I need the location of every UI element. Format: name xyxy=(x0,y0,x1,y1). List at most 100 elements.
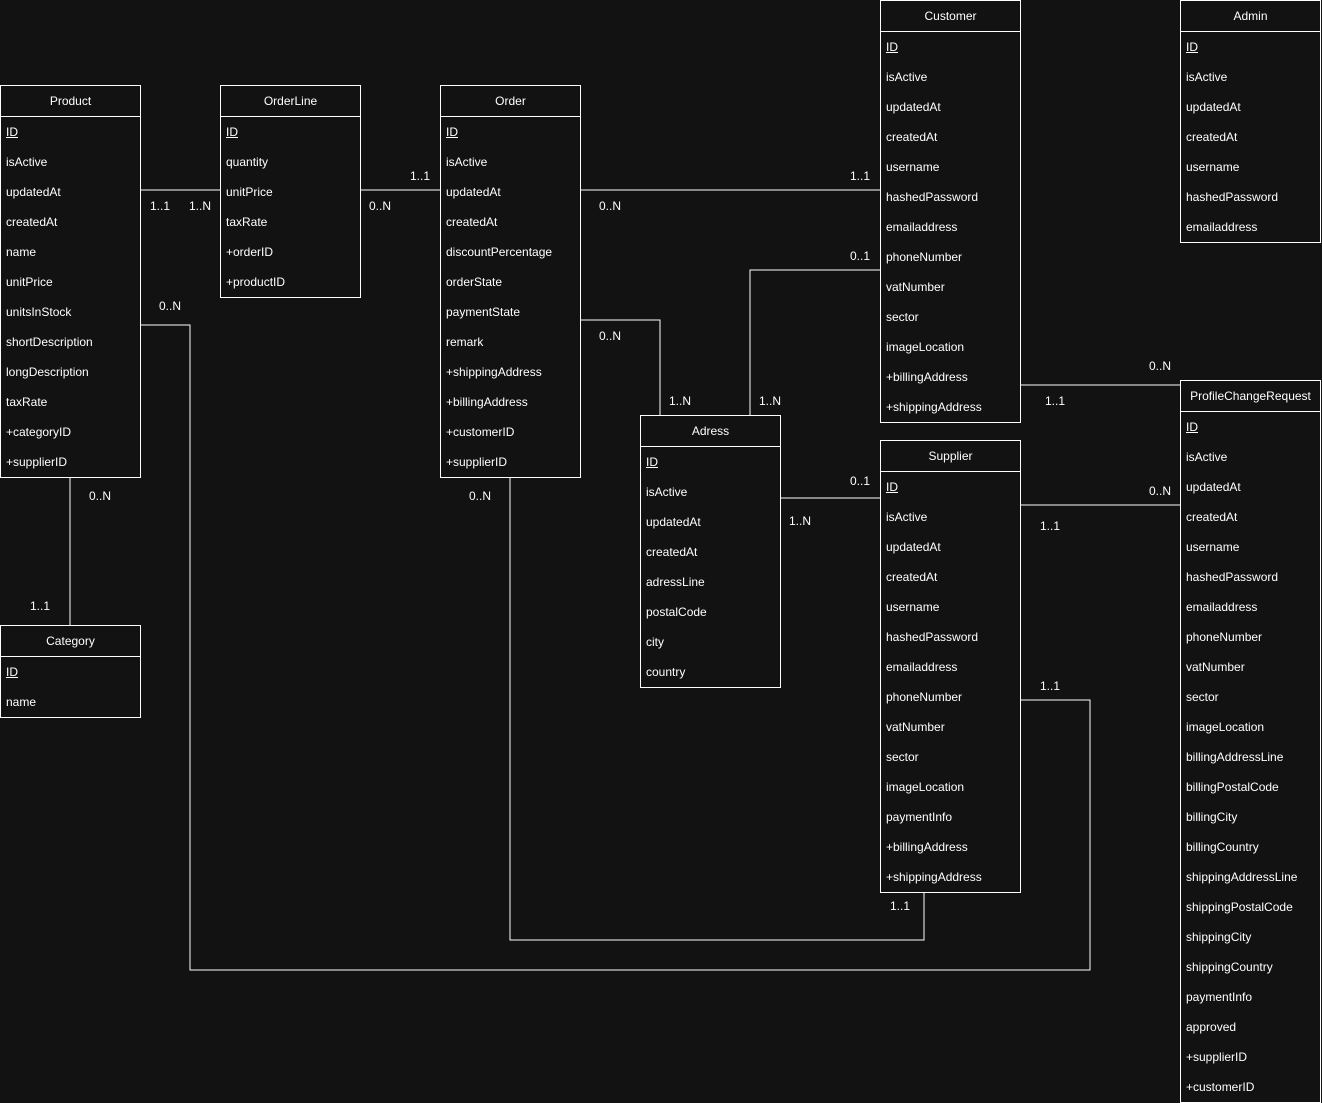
attribute-row: imageLocation xyxy=(886,340,965,354)
entity-orderline[interactable]: OrderLine ID quantity unitPrice taxRate +ord… xyxy=(220,85,361,298)
attribute-row: updatedAt xyxy=(646,515,701,529)
entity-adress[interactable]: Adress ID isActive updatedAt createdAt adres… xyxy=(640,415,781,688)
multiplicity-adress-supplier-adress: 1..N xyxy=(789,514,812,528)
multiplicity-order-adress-order: 0..N xyxy=(599,329,622,343)
multiplicity-customer-adress-customer: 0..1 xyxy=(850,249,871,263)
attribute-row: adressLine xyxy=(646,575,705,589)
attribute-primary-key: ID xyxy=(1186,420,1198,434)
multiplicity-supplier-product-supplier: 1..1 xyxy=(1040,679,1061,693)
attribute-row: isActive xyxy=(1186,70,1228,84)
attribute-row: updatedAt xyxy=(886,540,941,554)
entity-orderline-title: OrderLine xyxy=(221,86,360,117)
attribute-row: +customerID xyxy=(1186,1080,1255,1094)
attribute-row: vatNumber xyxy=(886,720,945,734)
entity-customer-attributes: ID isActive updatedAt createdAt username hash… xyxy=(881,32,1020,422)
attribute-row: updatedAt xyxy=(1186,100,1241,114)
entity-customer[interactable]: Customer ID isActive updatedAt createdAt use… xyxy=(880,0,1021,423)
multiplicity-adress-supplier-supplier: 0..1 xyxy=(850,474,871,488)
attribute-row: paymentInfo xyxy=(1186,990,1253,1004)
multiplicity-product-orderline-orderline: 1..N xyxy=(189,199,212,213)
attribute-row: postalCode xyxy=(646,605,707,619)
attribute-row: isActive xyxy=(446,155,488,169)
attribute-row: name xyxy=(6,695,37,709)
multiplicity-product-supplier-product: 0..N xyxy=(159,299,182,313)
entity-supplier-title: Supplier xyxy=(881,441,1020,472)
attribute-row: createdAt xyxy=(1186,130,1238,144)
attribute-row: discountPercentage xyxy=(446,245,553,259)
attribute-row: +billingAddress xyxy=(446,395,528,409)
entity-admin-title: Admin xyxy=(1181,1,1320,32)
entity-adress-title: Adress xyxy=(641,416,780,447)
attribute-primary-key: ID xyxy=(226,125,238,139)
entity-admin[interactable]: Admin ID isActive updatedAt createdAt userna… xyxy=(1180,0,1321,243)
attribute-row: shippingPostalCode xyxy=(1186,900,1293,914)
entity-product-attributes: ID isActive updatedAt createdAt name unitPric… xyxy=(1,117,140,477)
entity-product-title: Product xyxy=(1,86,140,117)
multiplicity-product-category-category: 1..1 xyxy=(30,599,51,613)
attribute-row: taxRate xyxy=(226,215,268,229)
attribute-row: createdAt xyxy=(6,215,58,229)
entity-customer-title: Customer xyxy=(881,1,1020,32)
entity-admin-attributes: ID isActive updatedAt createdAt username hash… xyxy=(1181,32,1320,242)
entity-order-title: Order xyxy=(441,86,580,117)
attribute-row: hashedPassword xyxy=(1186,190,1279,204)
multiplicity-orderline-order-orderline: 0..N xyxy=(369,199,392,213)
multiplicity-customer-pcr-customer: 1..1 xyxy=(1045,394,1066,408)
attribute-row: unitPrice xyxy=(6,275,53,289)
attribute-row: createdAt xyxy=(886,570,938,584)
attribute-row: sector xyxy=(886,750,919,764)
attribute-row: isActive xyxy=(886,510,928,524)
multiplicity-orderline-order-order: 1..1 xyxy=(410,169,431,183)
entity-order[interactable]: Order ID isActive updatedAt createdAt discou… xyxy=(440,85,581,478)
entity-supplier[interactable]: Supplier ID isActive updatedAt createdAt use… xyxy=(880,440,1021,893)
attribute-row: +categoryID xyxy=(6,425,72,439)
multiplicity-order-adress-adress: 1..N xyxy=(669,394,692,408)
entity-profilechangerequest[interactable]: ProfileChangeRequest ID isActive updatedAt… xyxy=(1180,380,1321,1103)
multiplicity-product-category-product: 0..N xyxy=(89,489,112,503)
entity-category[interactable]: Category ID name xyxy=(0,625,141,718)
attribute-row: billingAddressLine xyxy=(1186,750,1284,764)
attribute-row: phoneNumber xyxy=(886,690,963,704)
attribute-primary-key: ID xyxy=(6,125,18,139)
attribute-row: +shippingAddress xyxy=(446,365,542,379)
attribute-primary-key: ID xyxy=(886,40,898,54)
attribute-row: sector xyxy=(1186,690,1219,704)
multiplicity-supplier-pcr-pcr: 0..N xyxy=(1149,484,1172,498)
attribute-row: shippingCity xyxy=(1186,930,1252,944)
attribute-row: +shippingAddress xyxy=(886,870,982,884)
multiplicity-customer-adress-adress: 1..N xyxy=(759,394,782,408)
attribute-row: emailaddress xyxy=(886,660,958,674)
attribute-row: billingPostalCode xyxy=(1186,780,1279,794)
attribute-row: updatedAt xyxy=(886,100,941,114)
entity-product[interactable]: Product ID isActive updatedAt createdAt name… xyxy=(0,85,141,478)
attribute-row: unitPrice xyxy=(226,185,273,199)
attribute-row: imageLocation xyxy=(1186,720,1265,734)
attribute-row: username xyxy=(1186,160,1240,174)
attribute-row: orderState xyxy=(446,275,503,289)
attribute-row: emailaddress xyxy=(1186,600,1258,614)
attribute-row: isActive xyxy=(1186,450,1228,464)
attribute-primary-key: ID xyxy=(646,455,658,469)
entity-orderline-attributes: ID quantity unitPrice taxRate +orderID +produ… xyxy=(221,117,360,297)
attribute-row: shippingCountry xyxy=(1186,960,1273,974)
entity-category-attributes: ID name xyxy=(1,657,140,717)
entity-supplier-attributes: ID isActive updatedAt createdAt username hash… xyxy=(881,472,1020,892)
attribute-row: paymentState xyxy=(446,305,521,319)
attribute-row: username xyxy=(886,160,940,174)
attribute-row: approved xyxy=(1186,1020,1237,1034)
attribute-row: vatNumber xyxy=(1186,660,1245,674)
multiplicity-product-orderline-product: 1..1 xyxy=(150,199,171,213)
attribute-row: billingCity xyxy=(1186,810,1238,824)
attribute-row: paymentInfo xyxy=(886,810,953,824)
attribute-row: createdAt xyxy=(646,545,698,559)
multiplicity-supplier-pcr-supplier: 1..1 xyxy=(1040,519,1061,533)
attribute-row: createdAt xyxy=(886,130,938,144)
attribute-row: vatNumber xyxy=(886,280,945,294)
entity-category-title: Category xyxy=(1,626,140,657)
attribute-row: +productID xyxy=(226,275,286,289)
entity-profilechangerequest-title: ProfileChangeRequest xyxy=(1181,381,1320,412)
attribute-row: +supplierID xyxy=(6,455,68,469)
attribute-row: updatedAt xyxy=(1186,480,1241,494)
attribute-primary-key: ID xyxy=(446,125,458,139)
attribute-row: username xyxy=(886,600,940,614)
